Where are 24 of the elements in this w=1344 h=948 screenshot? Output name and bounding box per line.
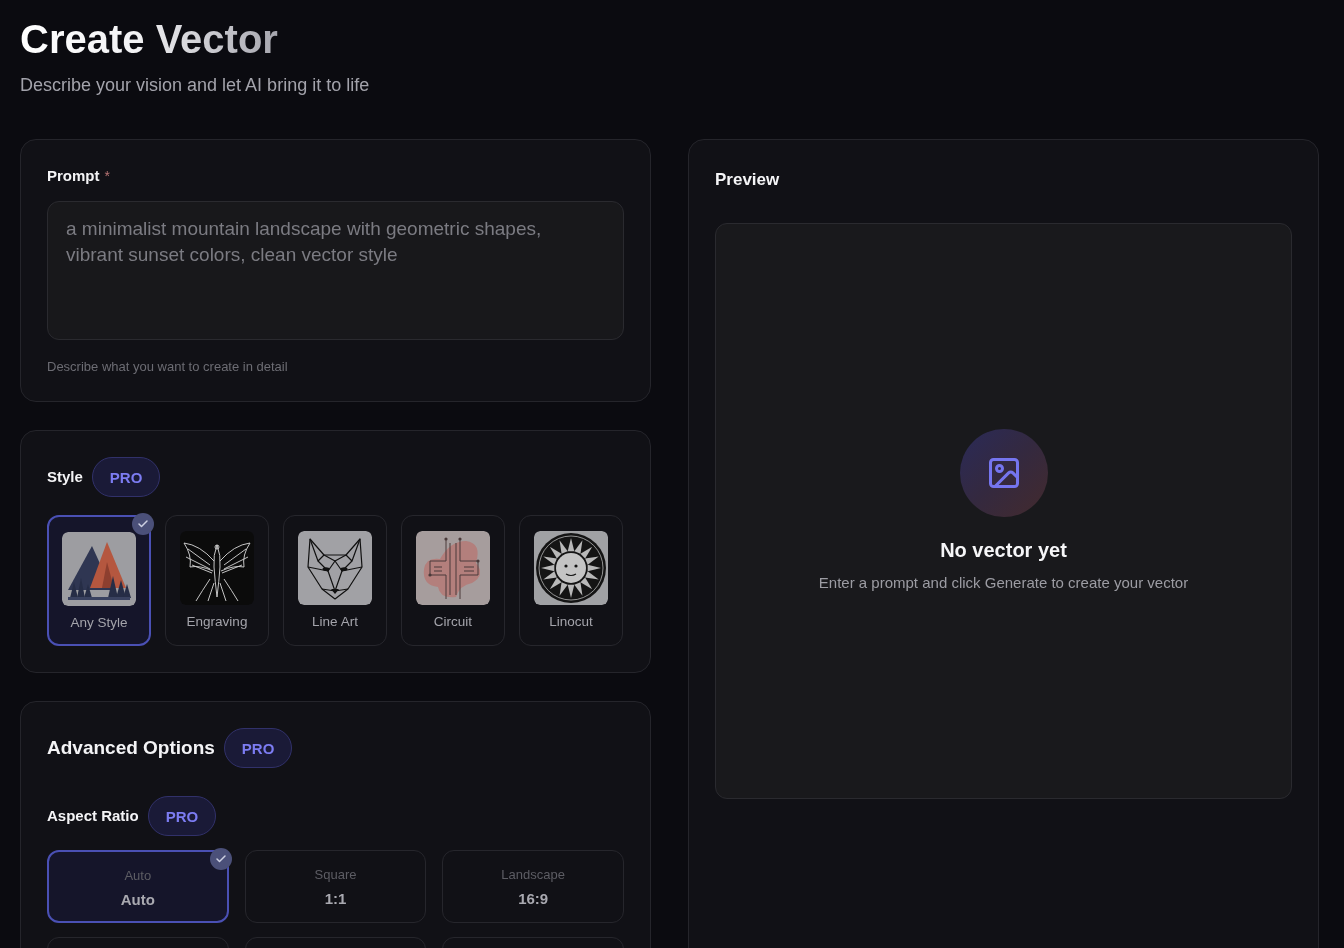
page-subtitle: Describe your vision and let AI bring it to life [20,74,370,97]
style-option[interactable]: Engraving [165,515,269,646]
field-label: Prompt [47,166,100,186]
prompt-field[interactable]: a minimalist mountain landscape with geometric shapes, vibrant sunset colors, clean vector style [47,201,624,340]
aspect-ratio-option[interactable]: Auto Auto [47,850,229,923]
pro-badge: PRO [147,796,217,836]
check-icon [132,513,154,535]
section-title: Preview [715,169,780,191]
required-mark: * [104,167,110,186]
style-option[interactable]: Circuit [401,515,505,646]
helper-text: Describe what you want to create in detail [47,359,288,375]
field-label: Aspect Ratio [47,806,139,826]
empty-state-message: Enter a prompt and click Generate to create your vector [818,573,1189,593]
pro-badge: PRO [223,728,293,768]
style-option[interactable]: Any Style [47,515,151,646]
section-label: Style [47,467,83,487]
aspect-ratio-option[interactable]: Landscape 16:9 [442,850,624,923]
section-title: Advanced Options [47,736,215,760]
style-option[interactable]: Linocut [519,515,623,646]
pro-badge: PRO [91,457,161,497]
check-icon [209,848,232,870]
style-option[interactable]: Line Art [283,515,387,646]
empty-state-title: No vector yet [940,538,1067,563]
aspect-ratio-option[interactable]: Square 1:1 [244,850,427,923]
